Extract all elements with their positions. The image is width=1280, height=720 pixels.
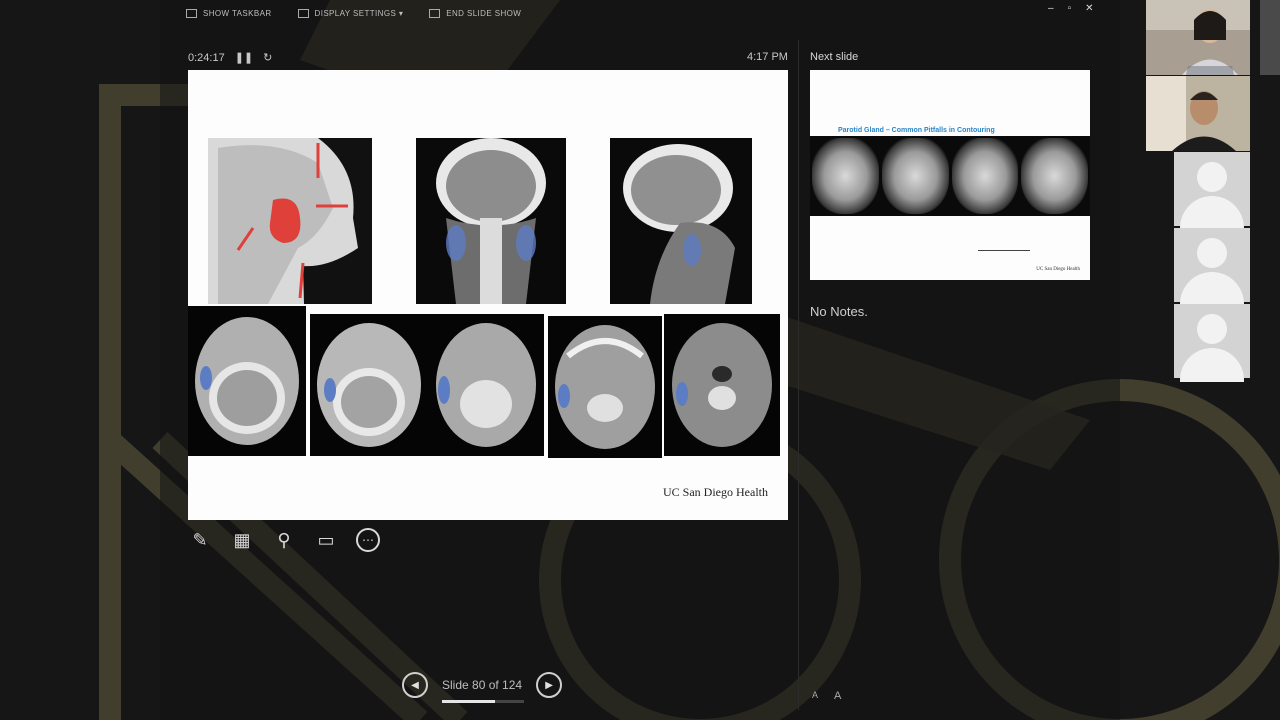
current-time: 4:17 PM [747,51,788,63]
avatar-body-icon [1180,196,1244,230]
avatar-body-icon [1180,348,1244,382]
taskbar-icon [186,9,197,18]
presenter-tools: ✎ ▦ ⚲ ▭ ⋯ [188,528,380,552]
black-screen-icon[interactable]: ▭ [314,528,338,552]
next-slide-preview[interactable]: Parotid Gland – Common Pitfalls in Conto… [810,70,1090,280]
sagittal-ct-image [610,138,752,304]
see-all-slides-icon[interactable]: ▦ [230,528,254,552]
speaker-notes[interactable]: No Notes. [810,304,868,319]
pause-icon[interactable]: ❚❚ [235,51,253,64]
next-slide-button[interactable]: ▶ [536,672,563,698]
next-slide-title: Parotid Gland – Common Pitfalls in Conto… [838,127,995,134]
participant-placeholder-2[interactable] [1174,228,1250,306]
slide-counter-label: Slide 80 of 124 [442,678,523,692]
close-button[interactable]: ✕ [1085,3,1093,14]
next-slide-scan [812,138,879,214]
coronal-ct-image [416,138,566,304]
avatar-head-icon [1197,314,1227,344]
minimize-button[interactable]: – [1048,3,1054,14]
next-slide-scan [1021,138,1088,214]
slide-counter[interactable]: Slide 80 of 124 [442,678,524,703]
zoom-icon[interactable]: ⚲ [272,528,296,552]
reset-icon[interactable]: ↻ [263,51,272,64]
slide-progress-fill [442,700,495,703]
axial-ct-image-3 [428,314,544,456]
next-slide-rule [978,250,1030,251]
current-slide[interactable]: UC San Diego Health [188,70,788,520]
monitor-icon [297,9,309,18]
avatar-head-icon [1197,162,1227,192]
next-slide-scan [951,138,1019,214]
restore-button[interactable]: ▫ [1068,3,1072,14]
slide-progress-bar [442,700,524,703]
next-slide-label: Next slide [810,51,859,63]
increase-font-button[interactable]: A [834,690,841,702]
participant-video-2[interactable] [1146,76,1250,151]
participant-placeholder-3[interactable] [1174,304,1250,382]
more-options-icon[interactable]: ⋯ [356,528,380,552]
elapsed-time: 0:24:17 [188,51,225,64]
pane-divider[interactable] [798,40,799,710]
presenter-toolbar: SHOW TASKBAR DISPLAY SETTINGS ▾ END SLID… [186,9,521,18]
axial-ct-image-5 [664,314,780,456]
video-strip-edge [1260,0,1280,75]
lateral-head-image [208,138,372,304]
show-taskbar-label: SHOW TASKBAR [203,9,272,18]
next-slide-scan-strip [810,136,1090,216]
window-controls: – ▫ ✕ [1048,3,1094,14]
avatar-head-icon [1197,238,1227,268]
axial-ct-image-1 [188,306,306,456]
end-slide-show-button[interactable]: END SLIDE SHOW [429,9,521,18]
end-slide-show-label: END SLIDE SHOW [446,9,522,18]
previous-slide-button[interactable]: ◀ [402,672,428,698]
slide-navigation: ◀ Slide 80 of 124 ▶ [402,672,563,703]
axial-ct-image-2 [310,314,428,456]
display-settings-button[interactable]: DISPLAY SETTINGS ▾ [297,9,404,18]
decrease-font-button[interactable]: A [812,690,818,702]
axial-ct-image-4 [548,316,662,458]
slide-timer: 0:24:17 ❚❚ ↻ [188,51,272,65]
notes-font-controls: A A [812,690,841,702]
participant-placeholder-1[interactable] [1174,152,1250,230]
pen-tool-icon[interactable]: ✎ [188,528,212,552]
next-slide-scan [881,138,949,214]
display-settings-label: DISPLAY SETTINGS ▾ [314,9,404,18]
show-taskbar-button[interactable]: SHOW TASKBAR [186,9,272,18]
next-slide-logo: UC San Diego Health [1036,267,1080,272]
uc-san-diego-health-logo: UC San Diego Health [663,485,768,499]
avatar-body-icon [1180,272,1244,306]
participant-video-1[interactable] [1146,0,1250,75]
end-show-icon [429,9,441,18]
